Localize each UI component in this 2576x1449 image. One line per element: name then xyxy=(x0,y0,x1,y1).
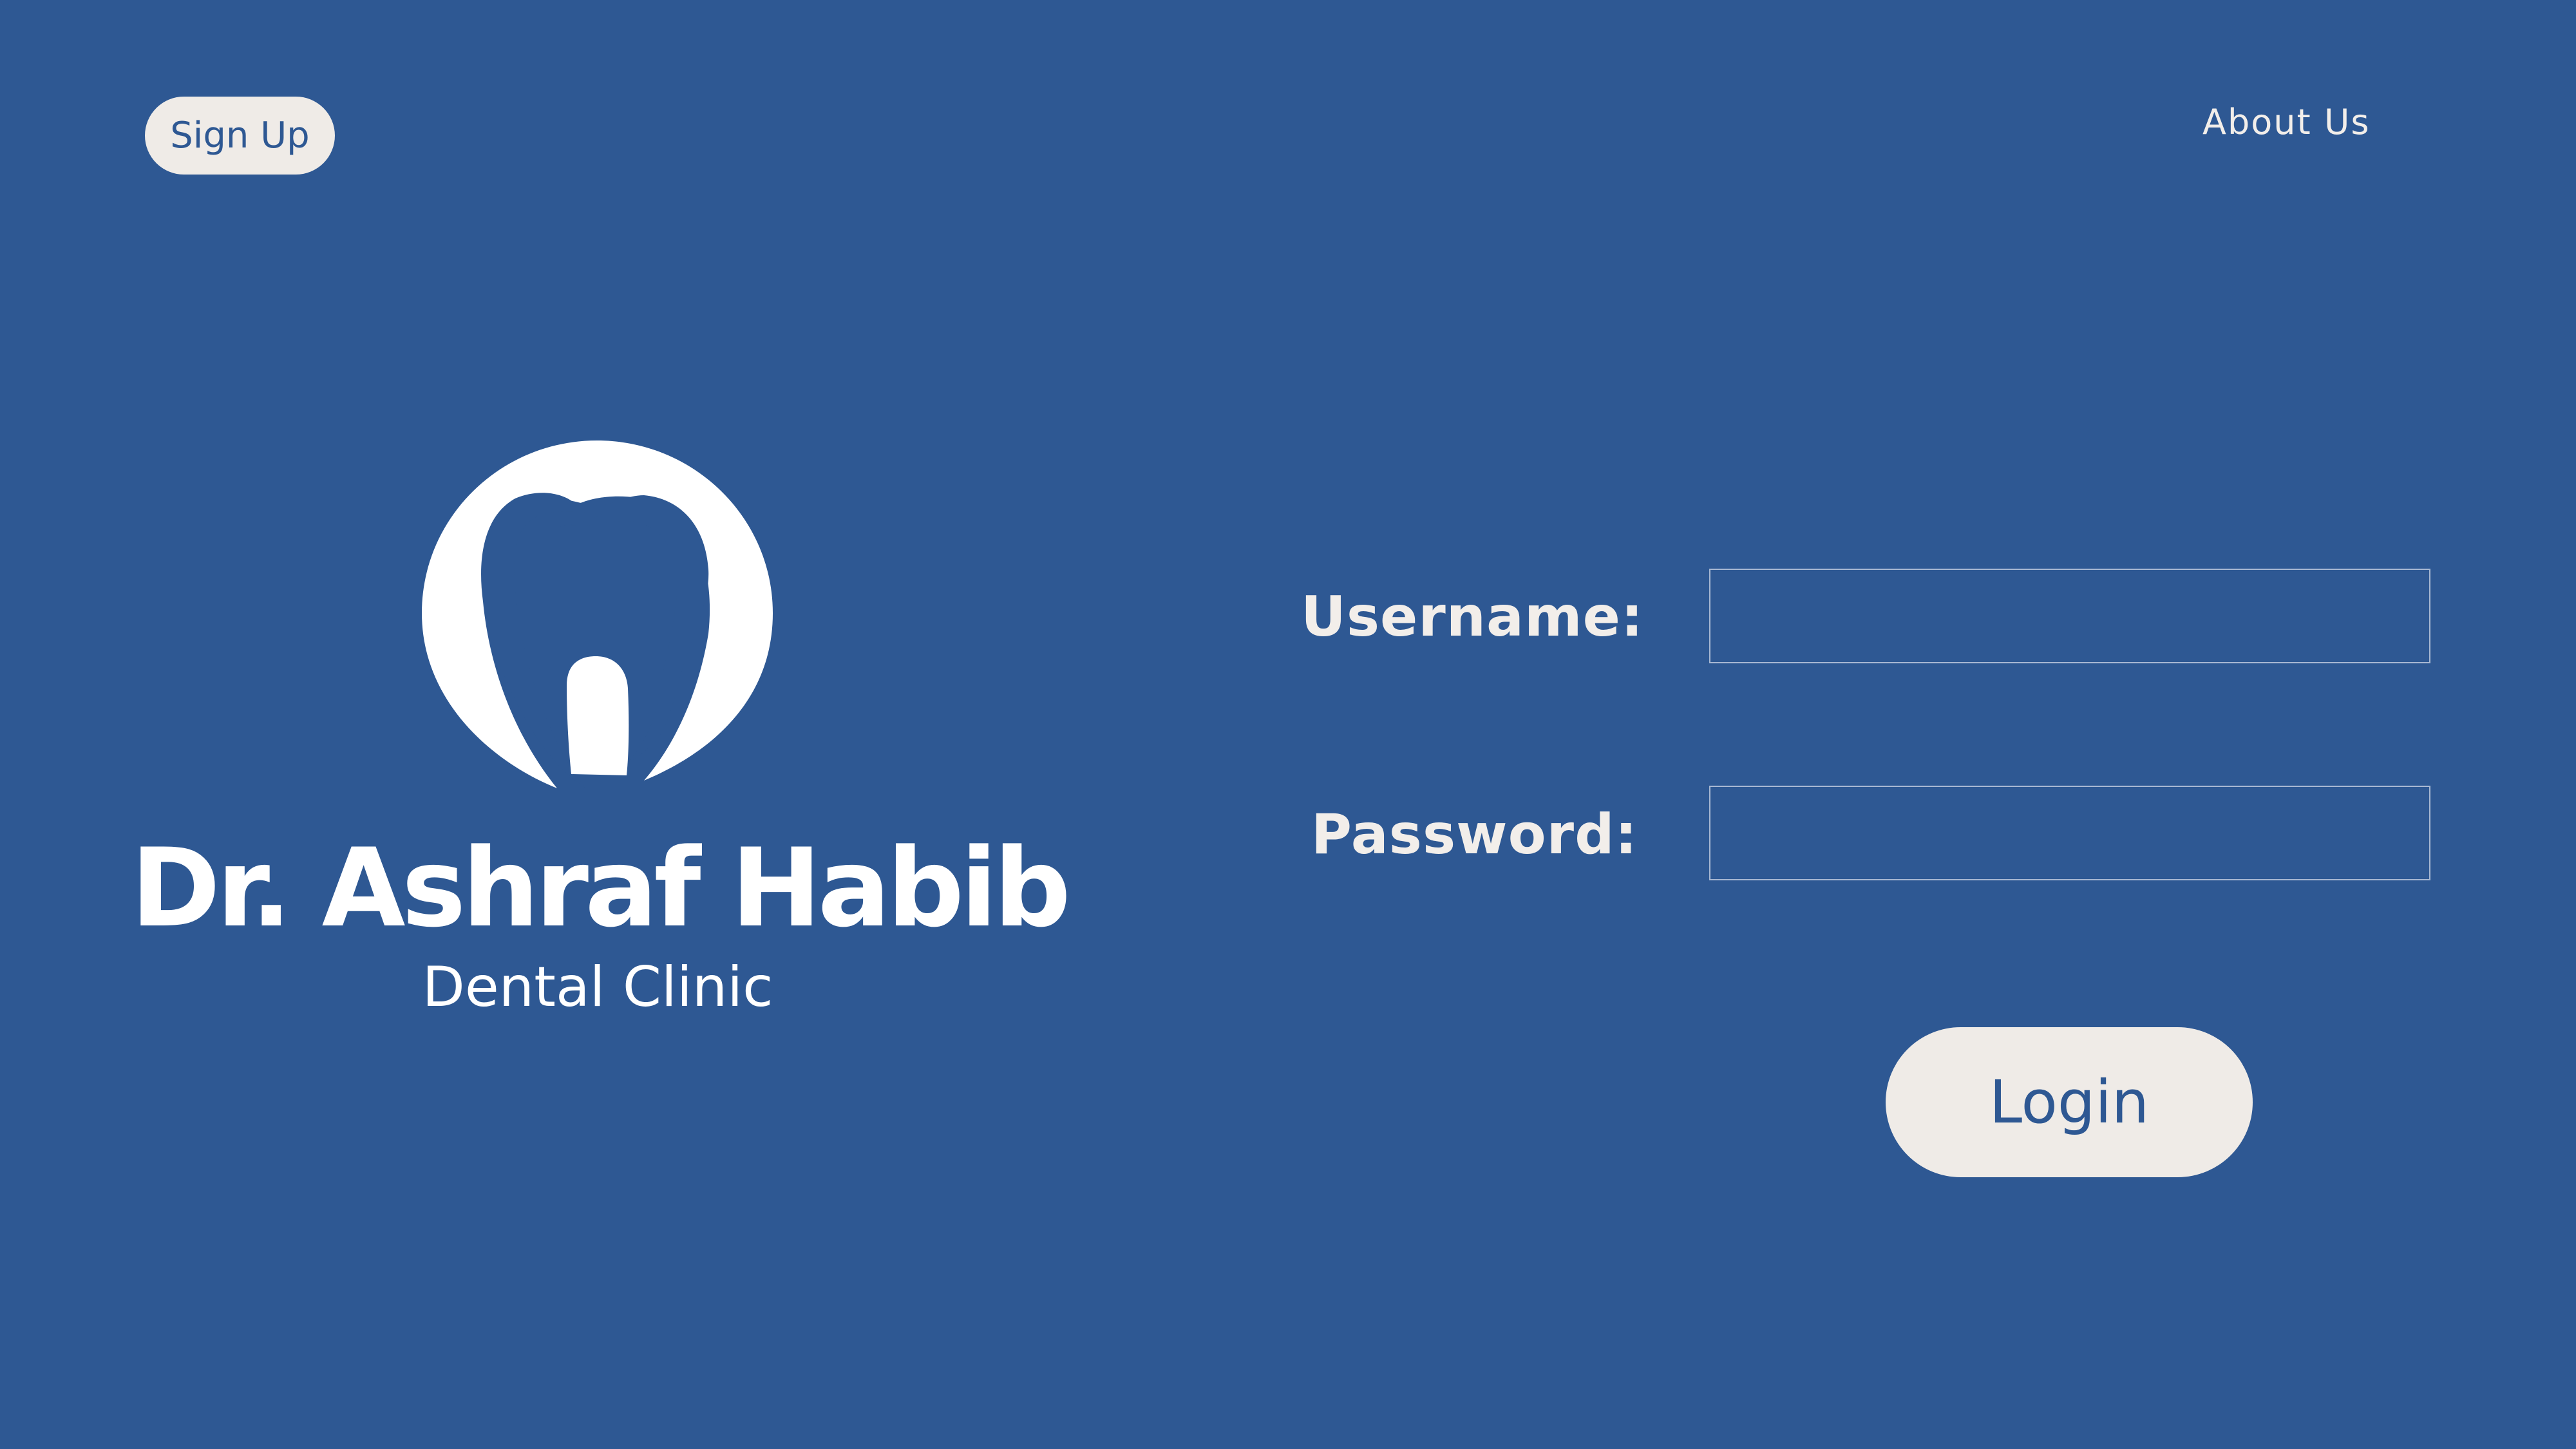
password-label: Password: xyxy=(1311,802,1638,867)
login-button[interactable]: Login xyxy=(1886,1027,2253,1177)
sign-up-button[interactable]: Sign Up xyxy=(145,97,335,175)
tooth-logo-icon xyxy=(422,440,773,788)
password-input[interactable] xyxy=(1709,786,2430,880)
clinic-subtitle: Dental Clinic xyxy=(422,955,773,1019)
username-label: Username: xyxy=(1301,585,1644,649)
clinic-logo xyxy=(422,440,773,840)
about-us-link[interactable]: About Us xyxy=(2202,102,2370,142)
clinic-name: Dr. Ashraf Habib xyxy=(130,825,1071,951)
username-input[interactable] xyxy=(1709,569,2430,663)
